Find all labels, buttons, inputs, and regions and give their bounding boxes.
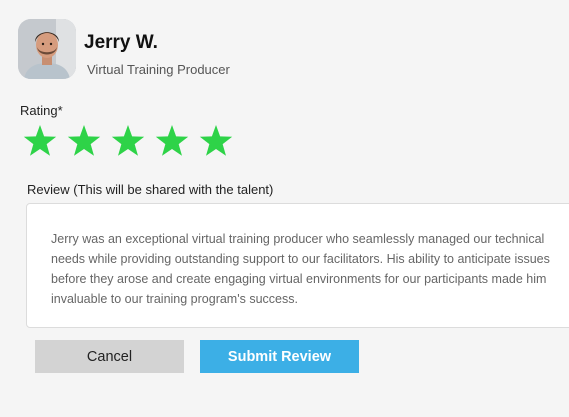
submit-review-button[interactable]: Submit Review [200, 340, 359, 373]
rating-label: Rating* [20, 103, 63, 118]
avatar-photo-icon [18, 19, 76, 79]
talent-role: Virtual Training Producer [87, 62, 230, 77]
star-rating[interactable] [22, 122, 242, 160]
star-icon[interactable] [198, 122, 242, 160]
review-text: Jerry was an exceptional virtual trainin… [51, 232, 550, 306]
talent-name: Jerry W. [84, 32, 158, 53]
cancel-button[interactable]: Cancel [35, 340, 184, 373]
review-label: Review (This will be shared with the tal… [27, 182, 274, 197]
avatar [18, 19, 76, 79]
star-icon[interactable] [110, 122, 154, 160]
star-icon[interactable] [154, 122, 198, 160]
star-icon[interactable] [66, 122, 110, 160]
star-icon[interactable] [22, 122, 66, 160]
review-textarea[interactable]: Jerry was an exceptional virtual trainin… [26, 203, 569, 328]
